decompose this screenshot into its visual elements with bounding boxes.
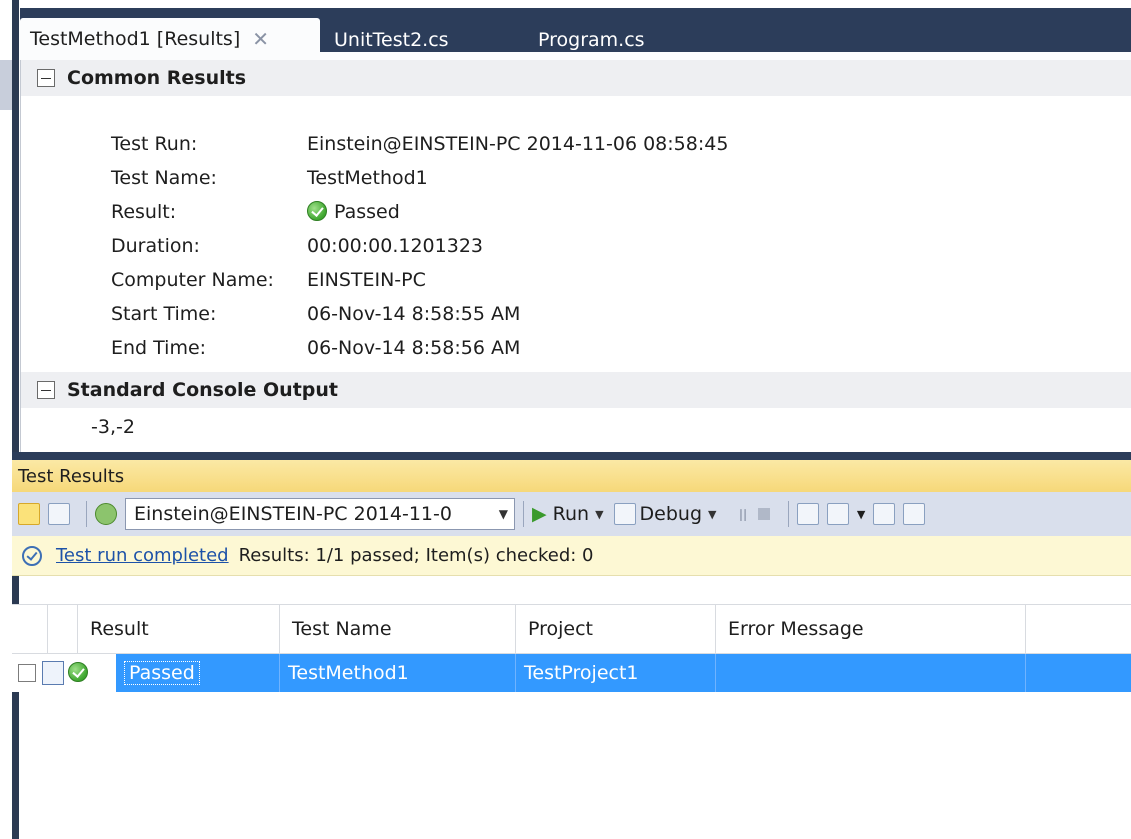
window-divider[interactable] bbox=[12, 452, 1131, 460]
toolbar-separator bbox=[787, 501, 789, 527]
toolbar-separator bbox=[86, 501, 87, 527]
pause-icon[interactable]: ॥ bbox=[736, 501, 747, 527]
tab-label: Program.cs bbox=[538, 29, 645, 51]
test-run-selector-value: Einstein@EINSTEIN-PC 2014-11-0 bbox=[134, 503, 452, 525]
collapse-icon[interactable] bbox=[37, 69, 55, 87]
cell-test-name[interactable]: TestMethod1 bbox=[280, 654, 516, 692]
import-icon[interactable] bbox=[873, 503, 896, 525]
cell-result[interactable]: Passed bbox=[116, 654, 280, 692]
chevron-down-icon[interactable]: ▼ bbox=[499, 507, 508, 521]
test-result-document: Common Results Test Run: Einstein@EINSTE… bbox=[20, 60, 1131, 452]
tab-label: TestMethod1 [Results] bbox=[30, 28, 241, 50]
console-output-header[interactable]: Standard Console Output bbox=[21, 372, 1131, 408]
field-value-wrap: Passed bbox=[307, 200, 400, 225]
field-label: Duration: bbox=[111, 235, 200, 257]
run-icon: ▶ bbox=[532, 503, 547, 525]
section-title: Standard Console Output bbox=[67, 379, 338, 401]
section-title: Common Results bbox=[67, 67, 247, 89]
column-header-project[interactable]: Project bbox=[516, 605, 716, 653]
column-header-filler bbox=[1026, 605, 1131, 653]
passed-icon bbox=[307, 201, 327, 221]
field-value: TestMethod1 bbox=[307, 167, 428, 189]
column-label: Result bbox=[90, 618, 149, 640]
results-grid-header: Result Test Name Project Error Message bbox=[12, 604, 1131, 654]
field-label: Start Time: bbox=[111, 303, 217, 325]
chevron-down-icon[interactable]: ▼ bbox=[708, 508, 716, 521]
test-results-toolbar: Einstein@EINSTEIN-PC 2014-11-0 ▼ ▶ Run ▼… bbox=[12, 492, 1131, 536]
run-button[interactable]: ▶ Run ▼ bbox=[532, 503, 604, 525]
column-label: Test Name bbox=[292, 618, 392, 640]
cell-test-name-text: TestMethod1 bbox=[288, 662, 409, 684]
test-document-icon bbox=[42, 661, 64, 685]
column-header-result[interactable]: Result bbox=[78, 605, 280, 653]
publish-icon[interactable] bbox=[826, 503, 849, 525]
column-label: Error Message bbox=[728, 618, 864, 640]
chevron-down-icon[interactable]: ▼ bbox=[595, 508, 603, 521]
field-label: Computer Name: bbox=[111, 269, 274, 291]
table-row[interactable]: Passed TestMethod1 TestProject1 bbox=[12, 654, 1131, 692]
field-value: 00:00:00.1201323 bbox=[307, 235, 483, 257]
console-output-text: -3,-2 bbox=[91, 416, 135, 438]
debug-button[interactable]: Debug ▼ bbox=[613, 503, 716, 525]
column-header-check[interactable] bbox=[12, 605, 48, 653]
cell-result-text: Passed bbox=[124, 661, 200, 685]
group-list-icon[interactable] bbox=[18, 503, 40, 525]
hierarchy-icon[interactable] bbox=[48, 503, 70, 525]
window-title: Test Results bbox=[18, 465, 125, 487]
test-run-status-bar: Test run completed Results: 1/1 passed; … bbox=[12, 536, 1131, 576]
debug-icon bbox=[613, 503, 636, 525]
column-header-error-message[interactable]: Error Message bbox=[716, 605, 1026, 653]
debug-label: Debug bbox=[639, 503, 703, 525]
field-label: End Time: bbox=[111, 337, 207, 359]
field-value: 06-Nov-14 8:58:55 AM bbox=[307, 303, 521, 325]
chevron-down-icon[interactable]: ▼ bbox=[857, 508, 865, 521]
globe-icon[interactable] bbox=[95, 503, 117, 525]
field-label: Result: bbox=[111, 201, 177, 223]
cell-error-message[interactable] bbox=[716, 654, 1026, 692]
column-header-test-name[interactable]: Test Name bbox=[280, 605, 516, 653]
status-summary: Results: 1/1 passed; Item(s) checked: 0 bbox=[238, 545, 594, 566]
tab-underline bbox=[20, 52, 1131, 60]
column-label: Project bbox=[528, 618, 594, 640]
toolbar-separator bbox=[523, 501, 524, 527]
collapse-icon[interactable] bbox=[37, 381, 55, 399]
field-value: 06-Nov-14 8:58:56 AM bbox=[307, 337, 521, 359]
cell-filler bbox=[1026, 654, 1131, 692]
row-checkbox[interactable] bbox=[18, 664, 36, 682]
test-run-selector[interactable]: Einstein@EINSTEIN-PC 2014-11-0 ▼ bbox=[125, 498, 515, 530]
left-chrome bbox=[0, 0, 20, 839]
run-label: Run bbox=[552, 503, 590, 525]
test-run-completed-link[interactable]: Test run completed bbox=[56, 545, 229, 566]
document-tab-strip: TestMethod1 [Results] ✕ UnitTest2.cs Pro… bbox=[20, 0, 1131, 60]
test-results-title-bar: Test Results bbox=[12, 460, 1131, 492]
field-value: EINSTEIN-PC bbox=[307, 269, 426, 291]
left-chrome-block bbox=[0, 60, 12, 110]
export-icon[interactable] bbox=[796, 503, 819, 525]
close-icon[interactable]: ✕ bbox=[252, 27, 269, 51]
stop-icon[interactable] bbox=[757, 508, 770, 520]
field-value: Einstein@EINSTEIN-PC 2014-11-06 08:58:45 bbox=[307, 133, 729, 155]
tab-label: UnitTest2.cs bbox=[334, 29, 449, 51]
more-icon[interactable] bbox=[903, 503, 926, 525]
field-value: Passed bbox=[334, 201, 400, 223]
common-results-header[interactable]: Common Results bbox=[21, 60, 1131, 96]
left-chrome-border bbox=[12, 0, 19, 839]
completed-check-icon bbox=[22, 545, 42, 566]
cell-project-text: TestProject1 bbox=[524, 662, 639, 684]
column-header-icon[interactable] bbox=[48, 605, 78, 653]
field-label: Test Run: bbox=[111, 133, 198, 155]
passed-icon bbox=[68, 662, 88, 682]
field-label: Test Name: bbox=[111, 167, 217, 189]
cell-project[interactable]: TestProject1 bbox=[516, 654, 716, 692]
